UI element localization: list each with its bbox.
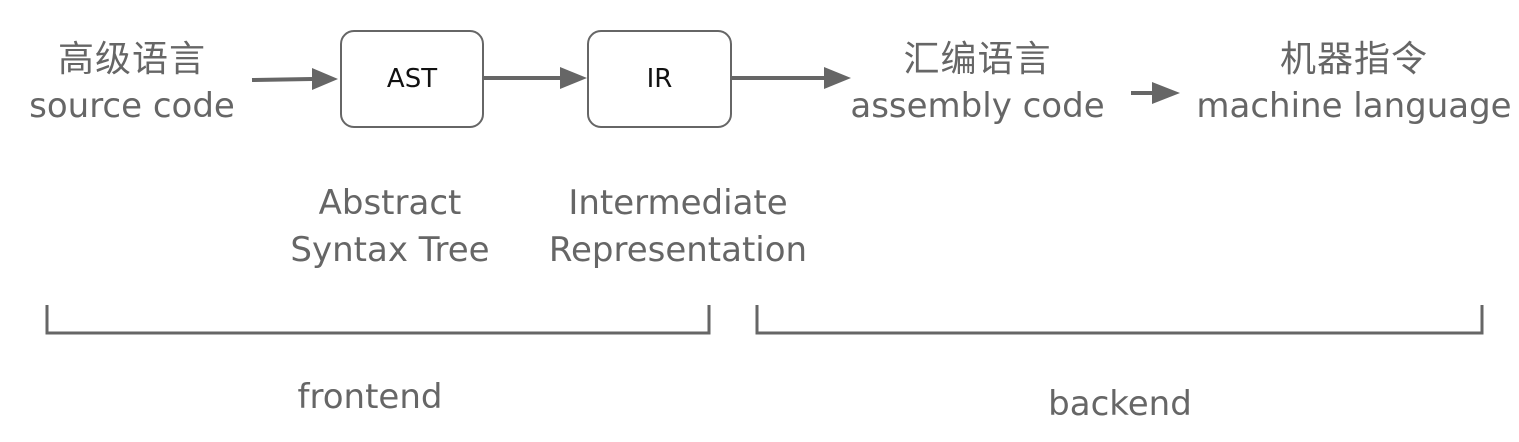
machine-language-node: 机器指令 machine language (1196, 39, 1512, 126)
assembly-code-node: 汇编语言 assembly code (845, 39, 1110, 126)
arrow-assembly-to-machine (1131, 82, 1180, 104)
frontend-bracket (45, 305, 711, 335)
machine-language-zh-label: 机器指令 (1279, 39, 1428, 80)
source-code-en-label: source code (29, 86, 235, 126)
compiler-pipeline-diagram: 高级语言 source code AST IR 汇编语言 assembly co… (0, 0, 1519, 442)
source-code-zh-label: 高级语言 (57, 39, 206, 80)
ast-description: Abstract Syntax Tree (280, 180, 500, 274)
arrow-ast-to-ir (483, 67, 587, 89)
ir-description-line1: Intermediate (568, 183, 788, 223)
source-code-node: 高级语言 source code (22, 39, 242, 126)
ast-description-line2: Syntax Tree (290, 230, 490, 270)
ast-box-label: AST (386, 64, 438, 94)
assembly-code-zh-label: 汇编语言 (903, 39, 1052, 80)
backend-label: backend (1048, 384, 1192, 424)
assembly-code-en-label: assembly code (850, 86, 1105, 126)
frontend-label: frontend (297, 377, 443, 417)
machine-language-en-label: machine language (1196, 86, 1512, 126)
arrow-source-to-ast (251, 68, 338, 90)
ir-description-line2: Representation (548, 230, 808, 270)
ir-box: IR (587, 30, 732, 128)
arrow-ir-to-assembly (731, 67, 851, 89)
ast-description-line1: Abstract (318, 183, 462, 223)
ir-box-label: IR (646, 64, 673, 94)
ast-box: AST (340, 30, 484, 128)
ir-description: Intermediate Representation (540, 180, 816, 274)
backend-bracket (755, 305, 1484, 335)
